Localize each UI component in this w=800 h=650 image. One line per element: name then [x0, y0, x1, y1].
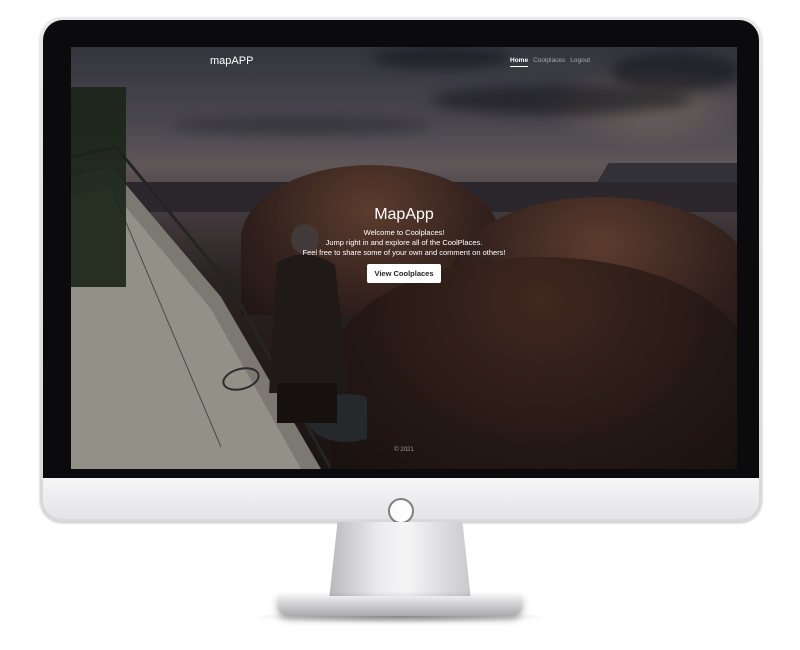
- monitor-chin: [43, 478, 759, 524]
- hero-section: MapApp Welcome to Coolplaces! Jump right…: [71, 206, 737, 283]
- website-screen: mapAPP Home Coolplaces Logout MapApp Wel…: [71, 47, 737, 469]
- view-coolplaces-button[interactable]: View Coolplaces: [367, 264, 441, 283]
- device-mockup: mapAPP Home Coolplaces Logout MapApp Wel…: [0, 0, 800, 650]
- brand-logo[interactable]: mapAPP: [210, 55, 253, 67]
- main-nav: Home Coolplaces Logout: [510, 57, 590, 67]
- monitor-stand-base: [278, 596, 522, 616]
- hero-share-text: Feel free to share some of your own and …: [302, 248, 506, 257]
- monitor-stand: [329, 522, 471, 600]
- nav-link-coolplaces[interactable]: Coolplaces: [533, 57, 565, 67]
- monitor-frame: mapAPP Home Coolplaces Logout MapApp Wel…: [40, 17, 762, 524]
- hero-explore-text: Jump right in and explore all of the Coo…: [325, 238, 483, 247]
- footer-copyright: © 2021: [394, 447, 414, 453]
- nav-link-home[interactable]: Home: [510, 57, 529, 67]
- monitor-logo-icon: [388, 498, 414, 524]
- nav-link-logout[interactable]: Logout: [570, 57, 590, 67]
- hero-welcome-text: Welcome to Coolplaces!: [363, 228, 445, 237]
- monitor-bezel: mapAPP Home Coolplaces Logout MapApp Wel…: [43, 20, 759, 478]
- hero-title: MapApp: [374, 206, 434, 223]
